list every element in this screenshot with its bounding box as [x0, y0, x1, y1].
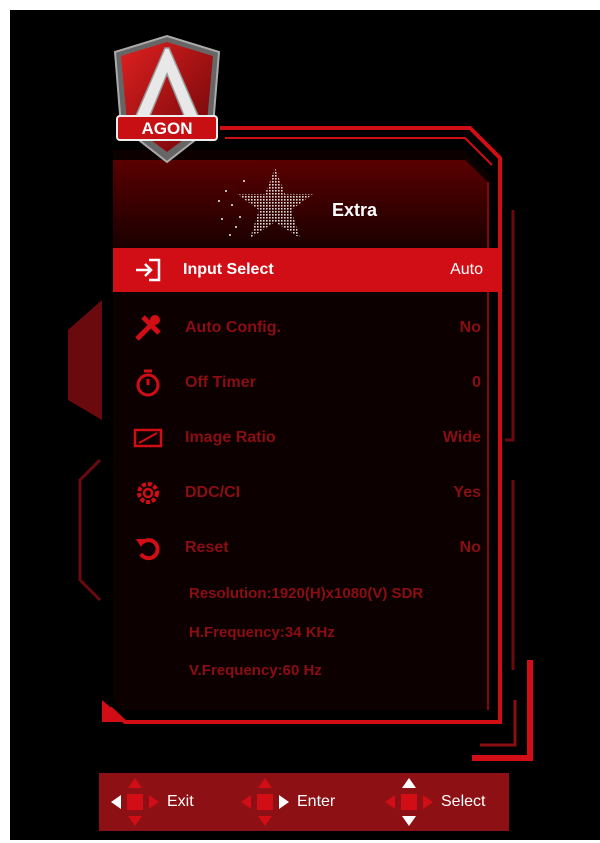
- menu-item-off-timer[interactable]: Off Timer 0: [113, 355, 499, 410]
- dpad-left-icon: [111, 778, 159, 826]
- enter-label: Enter: [297, 793, 336, 810]
- key-hint-bar: Exit Enter Select: [99, 773, 509, 831]
- gear-icon: [131, 476, 165, 510]
- menu-item-input-select[interactable]: Input Select Auto: [113, 248, 499, 292]
- menu-item-label: Reset: [185, 538, 229, 556]
- star-icon: [218, 168, 313, 238]
- input-icon: [131, 253, 165, 287]
- agon-logo: AGON: [113, 34, 221, 164]
- reset-icon: [131, 531, 165, 565]
- osd-screen: AGON Extra Input Select Auto Auto Config…: [10, 10, 600, 840]
- section-title: Extra: [332, 200, 378, 220]
- enter-hint[interactable]: Enter: [239, 773, 335, 831]
- select-hint[interactable]: Select: [383, 773, 485, 831]
- menu-item-label: Image Ratio: [185, 428, 276, 446]
- menu-item-reset[interactable]: Reset No: [113, 520, 499, 575]
- aspect-ratio-icon: [131, 421, 165, 455]
- timer-icon: [131, 366, 165, 400]
- menu-item-value: Wide: [442, 428, 481, 446]
- menu-item-auto-config[interactable]: Auto Config. No: [113, 300, 499, 355]
- brand-text: AGON: [142, 119, 193, 138]
- menu-item-label: Auto Config.: [185, 318, 281, 336]
- menu-item-value: 0: [472, 373, 481, 391]
- menu-item-label: Input Select: [183, 261, 274, 278]
- resolution-info: Resolution:1920(H)x1080(V) SDR: [189, 585, 424, 602]
- exit-hint[interactable]: Exit: [109, 773, 194, 831]
- v-frequency-info: V.Frequency:60 Hz: [189, 662, 322, 679]
- menu-item-image-ratio[interactable]: Image Ratio Wide: [113, 410, 499, 465]
- dpad-up-down-icon: [385, 778, 433, 826]
- menu-item-ddc-ci[interactable]: DDC/CI Yes: [113, 465, 499, 520]
- menu-item-label: Off Timer: [185, 373, 256, 391]
- tools-icon: [131, 311, 165, 345]
- menu-item-value: Auto: [450, 261, 483, 278]
- select-label: Select: [441, 793, 486, 810]
- osd-menu: Input Select Auto Auto Config. No Off Ti…: [113, 248, 499, 575]
- h-frequency-info: H.Frequency:34 KHz: [189, 624, 335, 641]
- menu-item-value: No: [459, 538, 481, 556]
- menu-item-label: DDC/CI: [185, 483, 241, 501]
- menu-item-value: Yes: [453, 483, 481, 501]
- exit-label: Exit: [167, 793, 194, 810]
- dpad-right-icon: [241, 778, 289, 826]
- menu-item-value: No: [459, 318, 481, 336]
